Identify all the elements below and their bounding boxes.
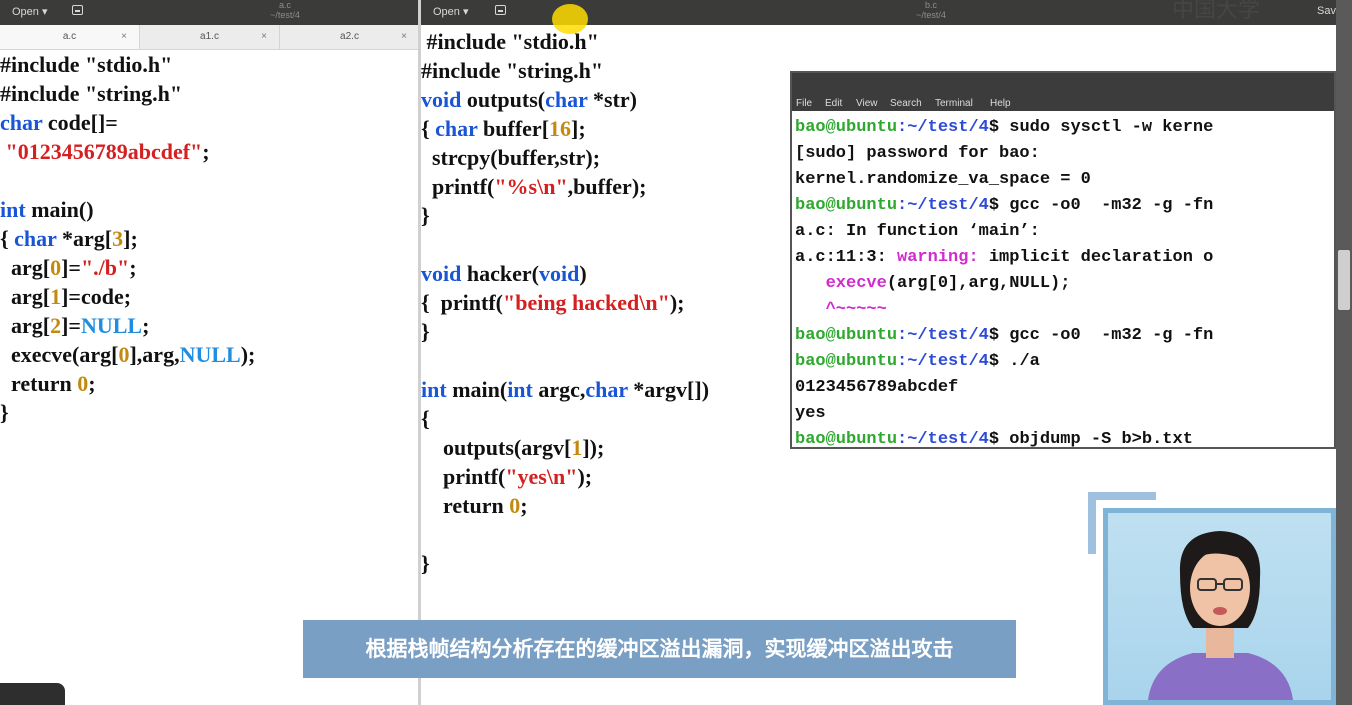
right-open-button[interactable]: Open ▾ — [433, 5, 469, 18]
terminal-line: 0123456789abcdef — [795, 378, 959, 397]
tab-a2-c[interactable]: a2.c × — [280, 25, 418, 49]
code-line: #include "string.h" — [421, 58, 604, 83]
close-icon[interactable]: × — [401, 25, 407, 49]
left-tab-bar: a.c × a1.c × a2.c × — [0, 25, 418, 50]
menu-edit[interactable]: Edit — [825, 98, 842, 109]
tab-a-c[interactable]: a.c × — [0, 25, 140, 49]
code-line: outputs(argv[1]); — [421, 435, 605, 460]
code-line: void hacker(void) — [421, 261, 587, 286]
player-corner-control[interactable] — [0, 683, 65, 705]
code-line: int main(int argc,char *argv[]) — [421, 377, 710, 402]
watermark-logo: 中国大学 — [1172, 0, 1261, 23]
code-line: "0123456789abcdef"; — [0, 139, 210, 164]
cursor-highlight — [552, 4, 588, 34]
code-line: } — [0, 400, 9, 425]
vertical-scrollbar[interactable] — [1336, 0, 1352, 705]
scrollbar-thumb[interactable] — [1338, 250, 1350, 310]
code-line: arg[2]=NULL; — [0, 313, 150, 338]
save-icon[interactable] — [72, 5, 83, 15]
code-line: { char *arg[3]; — [0, 226, 138, 251]
terminal-line: a.c: In function ‘main’: — [795, 222, 1040, 241]
menu-help[interactable]: Help — [990, 98, 1011, 109]
left-window-title: a.c ~/test/4 — [270, 0, 300, 20]
terminal-window[interactable]: File Edit View Search Terminal Help bao@… — [790, 71, 1336, 449]
code-line: { char buffer[16]; — [421, 116, 586, 141]
terminal-line: [sudo] password for bao: — [795, 144, 1040, 163]
menu-search[interactable]: Search — [890, 98, 922, 109]
terminal-line: yes — [795, 404, 826, 423]
presenter-video — [1103, 508, 1336, 705]
menu-file[interactable]: File — [796, 98, 812, 109]
tab-a1-c[interactable]: a1.c × — [140, 25, 280, 49]
save-button[interactable]: Sav — [1317, 5, 1336, 17]
terminal-line: execve(arg[0],arg,NULL); — [825, 274, 1071, 293]
code-line: return 0; — [0, 371, 96, 396]
terminal-line: bao@ubuntu:~/test/4$ sudo sysctl -w kern… — [795, 118, 1214, 137]
code-line: printf("%s\n",buffer); — [421, 174, 647, 199]
right-code-area[interactable]: #include "stdio.h" #include "string.h" v… — [421, 27, 709, 578]
code-line: } — [421, 551, 430, 576]
save-icon[interactable] — [495, 5, 506, 15]
terminal-output[interactable]: bao@ubuntu:~/test/4$ sudo sysctl -w kern… — [792, 111, 1334, 449]
terminal-line: kernel.randomize_va_space = 0 — [795, 170, 1091, 189]
code-line: } — [421, 203, 430, 228]
code-line: #include "string.h" — [0, 81, 183, 106]
code-line: arg[1]=code; — [0, 284, 132, 309]
code-line: strcpy(buffer,str); — [421, 145, 601, 170]
code-line: arg[0]="./b"; — [0, 255, 137, 280]
close-icon[interactable]: × — [121, 25, 127, 49]
terminal-line: bao@ubuntu:~/test/4$ gcc -o0 -m32 -g -fn — [795, 326, 1214, 345]
code-line: return 0; — [421, 493, 528, 518]
terminal-line: bao@ubuntu:~/test/4$ ./a — [795, 352, 1040, 371]
code-line: void outputs(char *str) — [421, 87, 637, 112]
terminal-line: bao@ubuntu:~/test/4$ gcc -o0 -m32 -g -fn — [795, 196, 1214, 215]
terminal-line: bao@ubuntu:~/test/4$ objdump -S b>b.txt — [795, 430, 1193, 449]
left-open-button[interactable]: Open ▾ — [12, 5, 48, 18]
terminal-menubar: File Edit View Search Terminal Help — [792, 73, 1334, 111]
menu-terminal[interactable]: Terminal — [935, 98, 973, 109]
code-line: execve(arg[0],arg,NULL); — [0, 342, 256, 367]
code-line: int main() — [0, 197, 94, 222]
terminal-line: ^~~~~~ — [795, 300, 887, 319]
left-code-area[interactable]: #include "stdio.h" #include "string.h" c… — [0, 50, 255, 427]
video-subtitle: 根据栈帧结构分析存在的缓冲区溢出漏洞，实现缓冲区溢出攻击 — [303, 620, 1016, 678]
close-icon[interactable]: × — [261, 25, 267, 49]
menu-view[interactable]: View — [856, 98, 878, 109]
presenter-figure — [1148, 531, 1293, 700]
code-line: { — [421, 406, 430, 431]
code-line: { printf("being hacked\n"); — [421, 290, 685, 315]
left-editor-window: Open ▾ a.c ~/test/4 a.c × a1.c × a2.c × … — [0, 0, 418, 705]
code-line: #include "stdio.h" — [0, 52, 173, 77]
code-line: } — [421, 319, 430, 344]
code-line: printf("yes\n"); — [421, 464, 593, 489]
right-window-title: b.c ~/test/4 — [916, 0, 946, 20]
code-line: char code[]= — [0, 110, 118, 135]
left-titlebar: Open ▾ a.c ~/test/4 — [0, 0, 418, 25]
terminal-line: a.c:11:3: warning: implicit declaration … — [795, 248, 1214, 267]
